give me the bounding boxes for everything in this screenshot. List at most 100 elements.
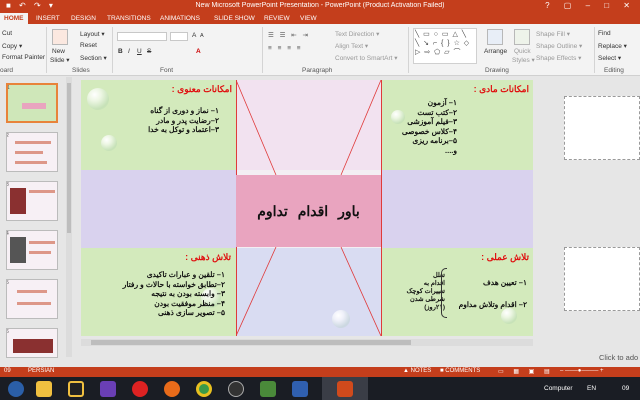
media-player-icon[interactable] [68, 381, 84, 397]
arrange-icon[interactable] [487, 29, 503, 45]
find-button[interactable]: Find [598, 30, 611, 37]
current-slide[interactable]: باور اقدام تداوم امکانات معنوی : ۱– نماز… [81, 80, 533, 336]
font-size-down-button[interactable]: A [200, 33, 204, 39]
material-title[interactable]: امکانات مادی : [474, 84, 529, 95]
spiritual-title[interactable]: امکانات معنوی : [172, 84, 232, 95]
tab-transitions[interactable]: TRANSITIONS [103, 13, 155, 24]
tab-slide-show[interactable]: SLIDE SHOW [210, 13, 259, 24]
notes-button[interactable]: ▲ NOTES [403, 368, 431, 374]
tab-insert[interactable]: INSERT [32, 13, 64, 24]
thumbnail-number: 4 [6, 231, 9, 237]
shape-fill-button[interactable]: Shape Fill ▾ [536, 30, 570, 38]
tab-animations[interactable]: ANIMATIONS [156, 13, 204, 24]
mental-list[interactable]: ۱– تلقین و عبارات تاکیدی ۲–تطابق خواسته … [123, 270, 225, 318]
tab-home[interactable]: HOME [0, 13, 28, 24]
quick-styles-icon[interactable] [514, 29, 530, 45]
new-slide-button[interactable]: New [52, 48, 65, 55]
replace-button[interactable]: Replace ▾ [598, 42, 627, 50]
list-buttons-icon[interactable]: ☰ ☰ ⇤ ⇥ [268, 31, 310, 39]
convert-smartart-button[interactable]: Convert to SmartArt ▾ [335, 54, 398, 62]
quick-access-toolbar[interactable]: ■ ↶ ↷ ▾ [6, 1, 56, 10]
slide-thumbnail[interactable]: 1 [6, 83, 58, 123]
mental-title[interactable]: تلاش ذهنی : [185, 252, 231, 263]
italic-button[interactable]: I [128, 48, 130, 55]
slide-thumbnail[interactable]: 2 [6, 132, 58, 172]
new-slide-dropdown[interactable]: Slide ▾ [50, 56, 70, 64]
text-direction-button[interactable]: Text Direction ▾ [335, 30, 379, 38]
offslide-placeholder[interactable] [564, 96, 640, 160]
ribbon-separator [408, 27, 409, 73]
notes-placeholder[interactable]: Click to ado [599, 353, 638, 362]
practical-list[interactable]: ۱– تعیین هدف ۲– اقدام وتلاش مداوم [459, 272, 527, 316]
drawing-group-label: Drawing [485, 67, 509, 74]
water-drop-decoration [87, 88, 109, 110]
bluestacks-icon[interactable] [260, 381, 276, 397]
font-size-up-button[interactable]: A [192, 32, 196, 39]
view-buttons[interactable]: ▭ ▦ ▣ ▤ [498, 368, 554, 375]
tab-design[interactable]: DESIGN [67, 13, 100, 24]
new-slide-icon[interactable] [52, 29, 68, 45]
list-item: ۲–تطابق خواسته با حالات و رفتار [122, 279, 225, 289]
zoom-slider[interactable]: – ───●──── + [560, 368, 604, 374]
bold-button[interactable]: B [118, 48, 123, 55]
quick-styles-button[interactable]: Quick [514, 48, 531, 55]
language-label[interactable]: EN [587, 385, 596, 392]
shape-outline-button[interactable]: Shape Outline ▾ [536, 42, 582, 50]
reset-button[interactable]: Reset [80, 42, 97, 49]
center-title[interactable]: باور اقدام تداوم [236, 175, 381, 247]
cut-button[interactable]: Cut [2, 30, 12, 37]
font-color-button[interactable]: A [196, 48, 201, 55]
comments-button[interactable]: ■ COMMENTS [440, 368, 480, 374]
computer-label[interactable]: Computer [544, 385, 573, 392]
slide-thumbnail[interactable]: 3 [6, 181, 58, 221]
shapes-gallery[interactable]: ╲ ▭ ○ ▭ △ ╲ ╲ ↘ ⌐ { } ☆ ◇ ▷ ⇨ ⬠ ▱ ⌒ [413, 28, 477, 64]
start-icon[interactable] [8, 381, 24, 397]
clock[interactable]: 09 [622, 385, 629, 392]
powerpoint-icon[interactable] [337, 381, 353, 397]
slide-thumbnail[interactable]: 5 [6, 279, 58, 319]
thumbnail-graphic [29, 241, 55, 244]
slide-indicator: 09 [4, 368, 11, 374]
scrollbar-thumb[interactable] [91, 340, 411, 345]
section-button[interactable]: Section ▾ [80, 54, 107, 62]
font-name-box[interactable] [117, 32, 167, 41]
quick-styles-dropdown[interactable]: Styles ▾ [512, 56, 535, 64]
file-explorer-icon[interactable] [36, 381, 52, 397]
arrange-button[interactable]: Arrange [484, 48, 507, 55]
practical-title[interactable]: تلاش عملی : [481, 252, 529, 263]
font-size-box[interactable] [170, 32, 188, 41]
spiritual-list[interactable]: ۱– نماز و دوری از گناه ۲–رضایت پدر و ماد… [148, 106, 219, 135]
scrollbar-thumb[interactable] [67, 83, 71, 233]
layout-button[interactable]: Layout ▾ [80, 30, 105, 38]
tab-view[interactable]: VIEW [296, 13, 321, 24]
material-list[interactable]: ۱– آزمون ۲–کتب تست ۳–فیلم آموزشی ۴–کلاس … [402, 98, 457, 155]
status-bar: 09 PERSIAN ▲ NOTES ■ COMMENTS ▭ ▦ ▣ ▤ – … [0, 367, 640, 377]
divider-line [381, 80, 382, 336]
underline-button[interactable]: U [137, 48, 142, 55]
side-note[interactable]: تعلل اقدام به تغییرات کوچک شرطی شدن (۲۱ر… [383, 272, 445, 312]
chrome-icon[interactable] [196, 381, 212, 397]
strikethrough-button[interactable]: S [147, 48, 151, 55]
opera-icon[interactable] [132, 381, 148, 397]
app-icon[interactable] [292, 381, 308, 397]
thumbnails-scrollbar[interactable] [66, 77, 72, 357]
firefox-icon[interactable] [164, 381, 180, 397]
align-buttons-icon[interactable]: ≡ ≡ ≡ ≡ [268, 45, 303, 52]
copy-button[interactable]: Copy ▾ [2, 42, 22, 50]
language-indicator[interactable]: PERSIAN [28, 368, 54, 374]
slide-thumbnail[interactable]: 6 [6, 328, 58, 358]
align-text-button[interactable]: Align Text ▾ [335, 42, 368, 50]
shape-effects-button[interactable]: Shape Effects ▾ [536, 54, 581, 62]
visual-studio-icon[interactable] [100, 381, 116, 397]
nox-icon[interactable] [228, 381, 244, 397]
list-item: ۱– تعیین هدف [483, 278, 527, 287]
select-button[interactable]: Select ▾ [598, 54, 621, 62]
offslide-placeholder[interactable] [564, 247, 640, 311]
format-painter-button[interactable]: Format Painter [2, 54, 45, 61]
window-controls[interactable]: ? ▢ – □ ✕ [545, 1, 636, 10]
tab-review[interactable]: REVIEW [260, 13, 294, 24]
slide-thumbnail[interactable]: 4 [6, 230, 58, 270]
list-item: ۴–کلاس خصوصی [401, 126, 457, 136]
horizontal-scrollbar[interactable] [81, 339, 533, 346]
list-item: ۲–کتب تست [417, 107, 457, 117]
